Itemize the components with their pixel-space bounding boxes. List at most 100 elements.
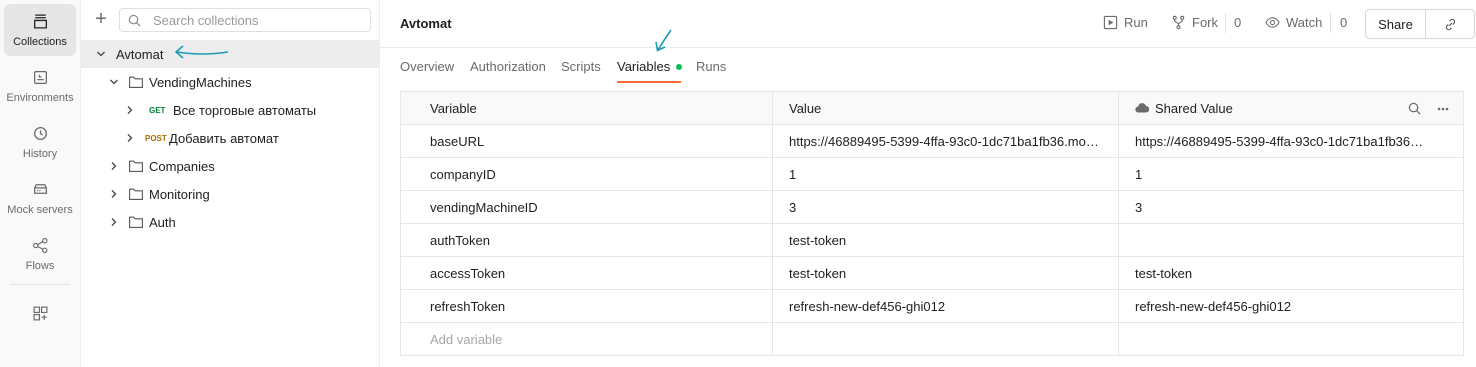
annotation-arrow-left-icon: [174, 45, 229, 59]
tab-label: Variables: [617, 59, 671, 74]
value-cell[interactable]: test-token: [772, 223, 1119, 257]
tab-variables[interactable]: Variables: [617, 59, 683, 74]
more-options-icon[interactable]: [1437, 107, 1449, 111]
rail-environments[interactable]: Environments: [4, 60, 76, 112]
search-input[interactable]: [153, 12, 353, 28]
value-cell[interactable]: https://46889495-5399-4ffa-93c0-1dc71ba1…: [772, 124, 1119, 158]
request-row[interactable]: GET Все торговые автоматы: [81, 96, 379, 124]
search-box[interactable]: [119, 8, 371, 32]
search-icon: [128, 14, 141, 26]
variables-table: Variable Value Shared Value baseURL http…: [400, 91, 1464, 356]
search-icon[interactable]: [1408, 102, 1421, 115]
rail-label: Mock servers: [7, 203, 73, 216]
table-row[interactable]: companyID 1 1: [400, 157, 1464, 191]
table-row[interactable]: vendingMachineID 3 3: [400, 190, 1464, 224]
fork-count[interactable]: 0: [1234, 15, 1241, 30]
variable-name-cell[interactable]: baseURL: [400, 124, 773, 158]
request-row[interactable]: POST Добавить автомат: [81, 124, 379, 152]
tab-scripts[interactable]: Scripts: [561, 59, 601, 74]
method-badge: POST: [145, 133, 167, 143]
share-button[interactable]: Share: [1366, 10, 1426, 38]
folder-row[interactable]: Companies: [81, 152, 379, 180]
value-cell[interactable]: refresh-new-def456-ghi012: [772, 289, 1119, 323]
fork-count-value: 0: [1234, 15, 1242, 30]
folder-name: Monitoring: [149, 186, 210, 202]
value-cell[interactable]: 1: [772, 157, 1119, 191]
rail-flows[interactable]: Flows: [4, 228, 76, 280]
flows-icon: [32, 237, 47, 253]
add-variable-row[interactable]: Add variable: [400, 322, 1464, 356]
folder-row[interactable]: Monitoring: [81, 180, 379, 208]
history-icon: [33, 126, 47, 140]
value-cell[interactable]: [772, 322, 1119, 356]
chevron-right-icon: [111, 190, 117, 198]
shared-value-cell[interactable]: https://46889495-5399-4ffa-93c0-1dc71ba1…: [1118, 124, 1464, 158]
tab-authorization[interactable]: Authorization: [470, 59, 546, 74]
collection-header: Avtomat Run Fork 0 Watch 0 Share: [380, 0, 1476, 48]
table-row[interactable]: refreshToken refresh-new-def456-ghi012 r…: [400, 289, 1464, 323]
watch-button[interactable]: Watch: [1265, 15, 1322, 30]
chevron-down-icon: [97, 51, 105, 57]
variable-name-cell[interactable]: accessToken: [400, 256, 773, 290]
collections-sidebar: + Avtomat VendingMachines GET Все торгов…: [81, 0, 380, 367]
table-header-row: Variable Value Shared Value: [400, 91, 1464, 125]
value-cell[interactable]: test-token: [772, 256, 1119, 290]
rail-label: Environments: [6, 91, 74, 104]
rail-apps-add[interactable]: [4, 290, 76, 342]
variable-name-cell[interactable]: companyID: [400, 157, 773, 191]
share-button-group: Share: [1365, 9, 1475, 39]
shared-value-cell[interactable]: [1118, 223, 1464, 257]
variable-name-cell[interactable]: refreshToken: [400, 289, 773, 323]
folder-row[interactable]: VendingMachines: [81, 68, 379, 96]
rail-mock-servers[interactable]: Mock servers: [4, 172, 76, 224]
tab-overview[interactable]: Overview: [400, 59, 454, 74]
sidebar-toolbar: +: [91, 8, 371, 32]
folder-name: VendingMachines: [149, 74, 252, 90]
shared-value-cell[interactable]: refresh-new-def456-ghi012: [1118, 289, 1464, 323]
folder-icon: [129, 188, 143, 200]
shared-value-cell[interactable]: 3: [1118, 190, 1464, 224]
fork-icon: [1172, 15, 1185, 30]
variable-name-cell[interactable]: vendingMachineID: [400, 190, 773, 224]
unsaved-dot: [676, 64, 683, 70]
fork-label: Fork: [1192, 15, 1218, 30]
copy-link-button[interactable]: [1426, 10, 1474, 38]
watch-label: Watch: [1286, 15, 1323, 30]
table-row[interactable]: baseURL https://46889495-5399-4ffa-93c0-…: [400, 124, 1464, 158]
column-header-variable: Variable: [400, 91, 773, 125]
new-collection-button[interactable]: +: [91, 9, 111, 30]
value-cell[interactable]: 3: [772, 190, 1119, 224]
shared-value-cell[interactable]: [1118, 322, 1464, 356]
folder-icon: [129, 160, 143, 172]
main-panel: Avtomat Run Fork 0 Watch 0 Share Overvie…: [380, 0, 1476, 367]
variable-name-cell[interactable]: authToken: [400, 223, 773, 257]
page-title: Avtomat: [400, 16, 452, 31]
rail-label: Collections: [13, 35, 67, 48]
add-variable-input[interactable]: Add variable: [400, 322, 773, 356]
run-label: Run: [1124, 15, 1148, 30]
rail-history[interactable]: History: [4, 116, 76, 168]
table-row[interactable]: accessToken test-token test-token: [400, 256, 1464, 290]
rail-collections[interactable]: Collections: [4, 4, 76, 56]
watch-count[interactable]: 0: [1340, 15, 1347, 30]
chevron-right-icon: [111, 218, 117, 226]
left-rail: Collections Environments History Mock se…: [0, 0, 81, 367]
shared-value-cell[interactable]: 1: [1118, 157, 1464, 191]
run-icon: [1103, 15, 1118, 30]
apps-add-icon: [33, 306, 47, 320]
folder-name: Companies: [149, 158, 215, 174]
fork-button[interactable]: Fork: [1171, 15, 1218, 30]
column-header-value: Value: [772, 91, 1119, 125]
run-button[interactable]: Run: [1103, 15, 1148, 30]
folder-row[interactable]: Auth: [81, 208, 379, 236]
table-row[interactable]: authToken test-token: [400, 223, 1464, 257]
watch-count-value: 0: [1340, 15, 1348, 30]
divider: [1225, 13, 1226, 33]
column-header-shared: Shared Value: [1118, 91, 1464, 125]
folder-icon: [129, 216, 143, 228]
rail-label: Flows: [25, 259, 55, 272]
chevron-right-icon: [111, 162, 117, 170]
tab-runs[interactable]: Runs: [696, 59, 726, 74]
shared-value-cell[interactable]: test-token: [1118, 256, 1464, 290]
link-icon: [1445, 18, 1455, 30]
